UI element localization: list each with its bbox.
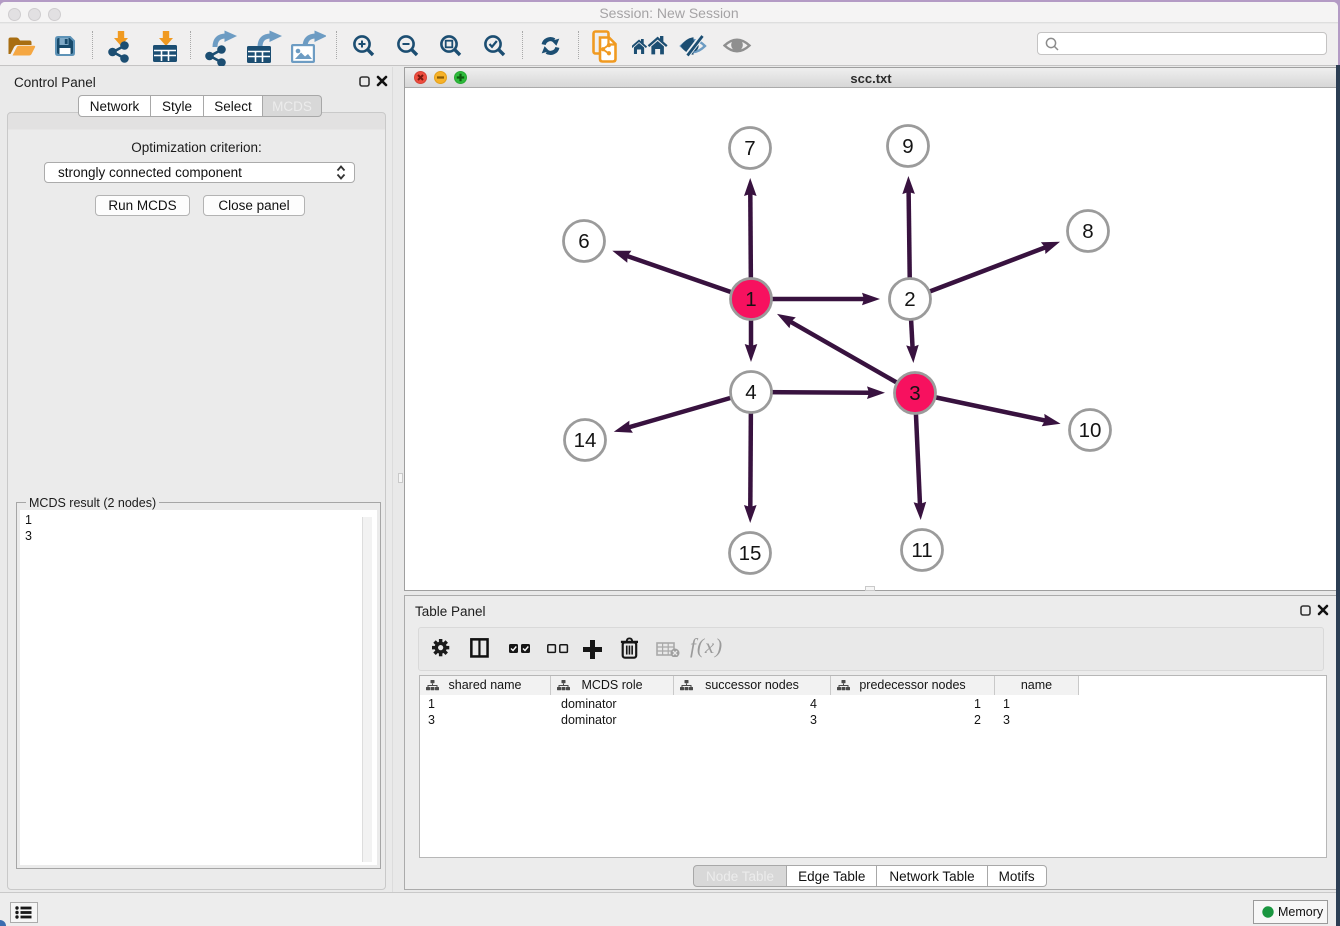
svg-text:10: 10 — [1079, 419, 1102, 442]
svg-text:11: 11 — [911, 539, 932, 562]
svg-text:9: 9 — [902, 135, 913, 158]
svg-text:7: 7 — [744, 137, 755, 160]
svg-text:15: 15 — [739, 542, 762, 565]
svg-text:8: 8 — [1082, 220, 1093, 243]
svg-text:4: 4 — [745, 381, 756, 404]
svg-text:2: 2 — [904, 288, 915, 311]
svg-text:6: 6 — [578, 230, 589, 253]
svg-text:1: 1 — [745, 288, 756, 311]
svg-text:14: 14 — [574, 429, 597, 452]
svg-text:3: 3 — [909, 382, 920, 405]
